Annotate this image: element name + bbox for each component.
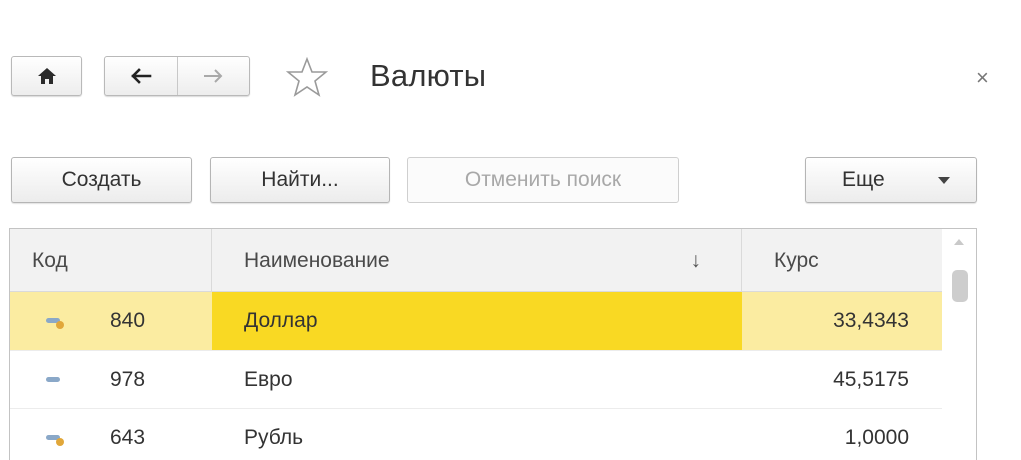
currency-linked-icon bbox=[46, 435, 64, 446]
history-navigation bbox=[104, 56, 250, 96]
create-button[interactable]: Создать bbox=[11, 157, 192, 203]
close-icon[interactable]: × bbox=[976, 67, 989, 89]
cell-code: 643 bbox=[110, 426, 146, 449]
cell-rate: 1,0000 bbox=[844, 426, 909, 449]
column-header-rate[interactable]: Курс bbox=[742, 229, 942, 292]
cell-code: 978 bbox=[110, 368, 146, 391]
table-row[interactable]: 840 Доллар 33,4343 bbox=[10, 292, 942, 350]
cell-name: Доллар bbox=[212, 292, 742, 350]
cell-code: 840 bbox=[110, 309, 146, 332]
more-menu-button[interactable]: Еще bbox=[805, 157, 977, 203]
currency-linked-icon bbox=[46, 318, 64, 329]
cell-name: Евро bbox=[244, 368, 293, 391]
chevron-down-icon bbox=[938, 177, 950, 184]
more-menu-label: Еще bbox=[842, 168, 885, 191]
star-icon bbox=[285, 56, 329, 97]
find-button[interactable]: Найти... bbox=[210, 157, 390, 203]
forward-arrow-icon bbox=[204, 69, 223, 83]
page-title: Валюты bbox=[370, 58, 487, 93]
forward-button[interactable] bbox=[176, 57, 250, 95]
home-icon bbox=[37, 68, 56, 84]
cell-rate: 33,4343 bbox=[833, 309, 909, 332]
back-button[interactable] bbox=[105, 57, 177, 95]
vertical-scrollbar[interactable] bbox=[942, 229, 976, 460]
scroll-thumb[interactable] bbox=[952, 270, 968, 302]
table-header: Код Наименование ↓ Курс bbox=[10, 229, 942, 292]
table-row[interactable]: 643 Рубль 1,0000 bbox=[10, 408, 942, 460]
column-header-code[interactable]: Код bbox=[10, 229, 212, 292]
cell-rate: 45,5175 bbox=[833, 368, 909, 391]
column-header-name[interactable]: Наименование ↓ bbox=[212, 229, 742, 292]
scroll-up-icon[interactable] bbox=[954, 239, 964, 245]
currency-table: Код Наименование ↓ Курс 840 Доллар 33,43… bbox=[9, 228, 977, 460]
table-row[interactable]: 978 Евро 45,5175 bbox=[10, 350, 942, 408]
cell-name: Рубль bbox=[244, 426, 304, 449]
favorite-star-button[interactable] bbox=[285, 56, 329, 102]
back-arrow-icon bbox=[130, 68, 152, 84]
sort-descending-icon: ↓ bbox=[690, 249, 702, 272]
home-button[interactable] bbox=[11, 56, 82, 96]
currency-icon bbox=[46, 377, 60, 382]
cancel-search-button[interactable]: Отменить поиск bbox=[407, 157, 679, 203]
